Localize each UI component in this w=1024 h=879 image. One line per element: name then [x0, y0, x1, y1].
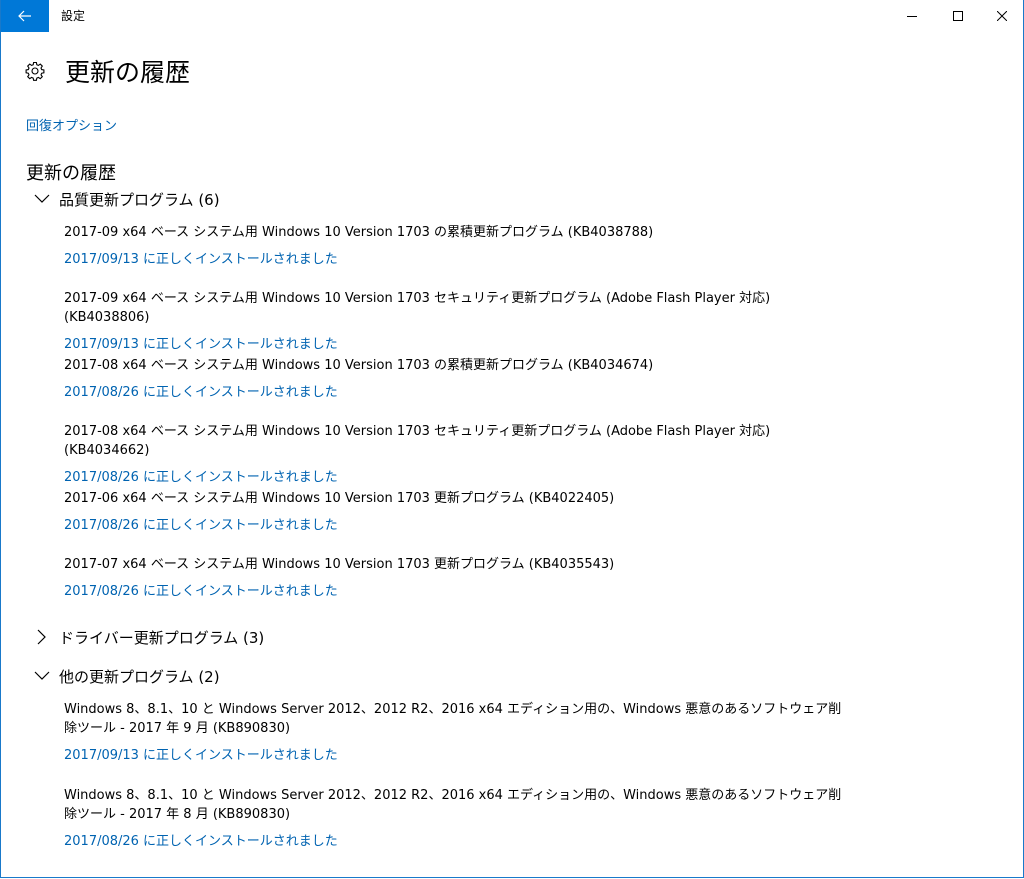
chevron-down-icon	[31, 665, 53, 687]
list-item: Windows 8、8.1、10 と Windows Server 2012、2…	[64, 700, 854, 765]
group-label: 品質更新プログラム (6)	[59, 190, 220, 209]
update-status-link[interactable]: 2017/09/13 に正しくインストールされました	[64, 335, 854, 354]
list-item: 2017-07 x64 ベース システム用 Windows 10 Version…	[64, 555, 854, 601]
back-arrow-icon	[18, 10, 31, 22]
recovery-options-link[interactable]: 回復オプション	[26, 115, 117, 134]
close-button[interactable]	[979, 0, 1024, 32]
update-status-link[interactable]: 2017/08/26 に正しくインストールされました	[64, 582, 854, 601]
group-driver-updates[interactable]: ドライバー更新プログラム (3)	[31, 625, 264, 649]
list-item: 2017-08 x64 ベース システム用 Windows 10 Version…	[64, 356, 854, 402]
page-header: 更新の履歴	[25, 54, 190, 88]
gear-icon	[25, 61, 45, 81]
list-item: 2017-06 x64 ベース システム用 Windows 10 Version…	[64, 489, 854, 535]
group-label: ドライバー更新プログラム (3)	[59, 628, 265, 647]
group-other-updates[interactable]: 他の更新プログラム (2)	[31, 664, 220, 688]
update-status-link[interactable]: 2017/09/13 に正しくインストールされました	[64, 746, 854, 765]
minimize-icon	[907, 16, 917, 17]
update-status-link[interactable]: 2017/09/13 に正しくインストールされました	[64, 250, 854, 269]
group-label: 他の更新プログラム (2)	[59, 667, 220, 686]
list-item: 2017-08 x64 ベース システム用 Windows 10 Version…	[64, 422, 854, 487]
update-name: Windows 8、8.1、10 と Windows Server 2012、2…	[64, 702, 842, 736]
close-icon	[997, 11, 1007, 21]
maximize-button[interactable]	[935, 0, 981, 32]
list-item: 2017-09 x64 ベース システム用 Windows 10 Version…	[64, 223, 854, 269]
update-name: Windows 8、8.1、10 と Windows Server 2012、2…	[64, 788, 842, 822]
update-name: 2017-08 x64 ベース システム用 Windows 10 Version…	[64, 358, 654, 373]
group-quality-updates[interactable]: 品質更新プログラム (6)	[31, 187, 220, 211]
window-title: 設定	[61, 9, 86, 23]
title-bar: 設定	[1, 0, 1024, 32]
maximize-icon	[953, 11, 963, 21]
page-title: 更新の履歴	[65, 58, 191, 87]
update-status-link[interactable]: 2017/08/26 に正しくインストールされました	[64, 383, 854, 402]
list-item: 2017-09 x64 ベース システム用 Windows 10 Version…	[64, 289, 854, 354]
update-name: 2017-09 x64 ベース システム用 Windows 10 Version…	[64, 291, 771, 325]
update-status-link[interactable]: 2017/08/26 に正しくインストールされました	[64, 468, 854, 487]
update-name: 2017-06 x64 ベース システム用 Windows 10 Version…	[64, 491, 615, 506]
minimize-button[interactable]	[889, 0, 935, 32]
update-name: 2017-07 x64 ベース システム用 Windows 10 Version…	[64, 557, 615, 572]
chevron-right-icon	[31, 626, 53, 648]
update-status-link[interactable]: 2017/08/26 に正しくインストールされました	[64, 832, 854, 851]
list-item: Windows 8、8.1、10 と Windows Server 2012、2…	[64, 786, 854, 851]
settings-window: 設定 更新の履歴 回復オプション 更新の履歴 品質更新プログラム (6) 201…	[0, 0, 1024, 878]
section-title: 更新の履歴	[26, 163, 116, 184]
update-status-link[interactable]: 2017/08/26 に正しくインストールされました	[64, 516, 854, 535]
chevron-down-icon	[31, 188, 53, 210]
back-button[interactable]	[1, 0, 49, 32]
update-name: 2017-08 x64 ベース システム用 Windows 10 Version…	[64, 424, 771, 458]
update-name: 2017-09 x64 ベース システム用 Windows 10 Version…	[64, 225, 654, 240]
